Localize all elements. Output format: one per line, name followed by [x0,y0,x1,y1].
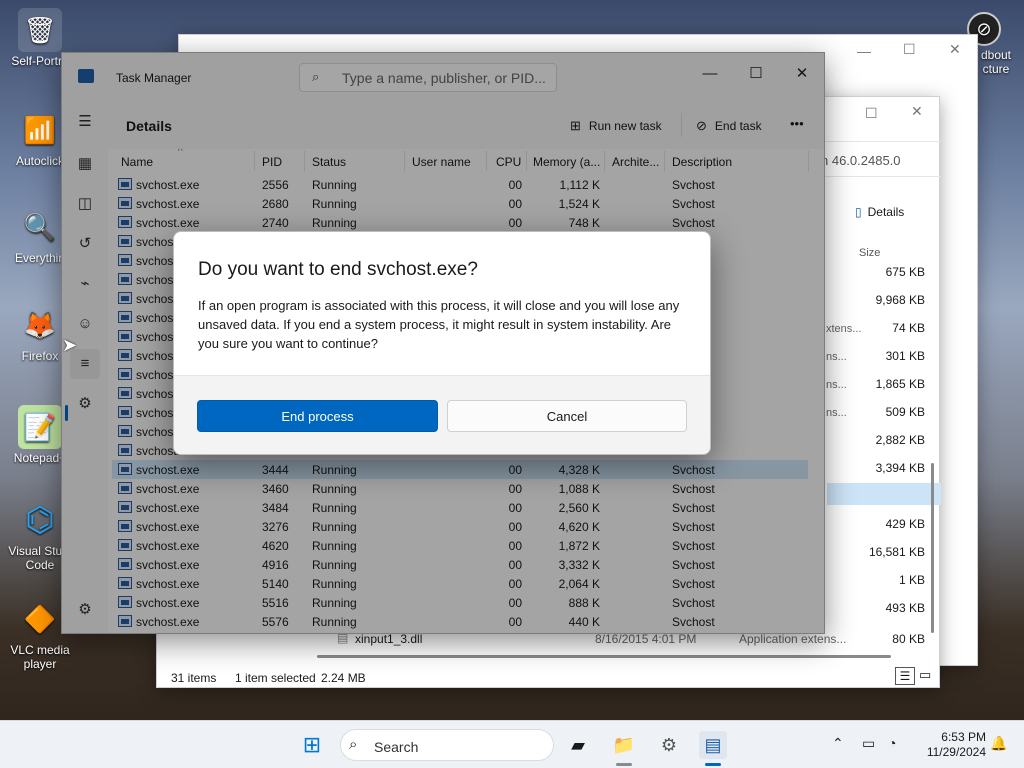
clock-date: 11/29/2024 [926,745,986,759]
column-header-size[interactable]: Size [859,247,880,259]
vscode-icon: ⌬ [25,501,55,539]
maximize-icon[interactable]: ☐ [865,105,878,122]
search-icon: ⌕ [349,736,358,753]
selection-size: 2.24 MB [321,671,366,685]
version-text: n 46.0.2485.0 [821,153,901,168]
taskbar: ⊞ ⌕ Search ▰ 📁 ⚙ ▤ ⌃ ▭ ◔ 6:53 PM 11/29/2… [0,720,1024,768]
file-size: 675 KB [885,265,925,279]
type-fragment: ns... [826,379,847,391]
selection-count: 1 item selected [235,671,316,685]
file-type: Application extens... [739,632,847,646]
type-fragment: ns... [826,351,847,363]
close-icon[interactable]: ✕ [911,103,923,120]
running-indicator [616,763,632,766]
file-size: 493 KB [885,601,925,615]
wifi-icon: 📶 [23,114,57,145]
details-label: Details [867,205,905,219]
file-size: 9,968 KB [875,293,925,307]
file-date: 8/16/2015 4:01 PM [595,632,697,646]
file-size: 429 KB [885,517,925,531]
file-size: 1,865 KB [875,377,925,391]
mouse-cursor-icon: ➤ [62,335,78,355]
volume-mute-icon[interactable]: ◔ [888,735,896,751]
firefox-icon: 🦊 [23,309,57,340]
vlc-icon: 🔶 [23,603,57,634]
item-count: 31 items [171,671,217,685]
task-manager-taskbar-icon[interactable]: ▤ [699,731,727,759]
dialog-message: If an open program is associated with th… [198,298,680,351]
task-view-icon[interactable]: ▰ [564,731,592,759]
close-icon[interactable]: ✕ [949,41,961,58]
end-process-button[interactable]: End process [197,400,438,432]
explorer-scrollbar[interactable] [931,463,934,633]
file-explorer-icon[interactable]: 📁 [610,731,638,759]
network-icon[interactable]: ▭ [862,735,875,752]
maximize-icon[interactable]: ☐ [903,41,916,58]
notepad-icon: 📝 [18,405,62,449]
file-name: xinput1_3.dll [355,632,423,646]
file-size: 2,882 KB [875,433,925,447]
taskbar-search[interactable]: ⌕ Search [340,729,554,761]
taskbar-search-label: Search [374,739,419,755]
magnifier-icon: 🔍 [23,211,57,242]
active-app-indicator [705,763,721,766]
type-fragment: ns... [826,407,847,419]
start-button-icon[interactable]: ⊞ [298,731,326,759]
file-size: 509 KB [885,405,925,419]
settings-icon[interactable]: ⚙ [655,731,683,759]
desktop-icon-label: VLC media player [10,643,70,671]
dialog-footer: End process Cancel [174,375,710,454]
minimize-icon[interactable]: — [857,43,871,59]
file-size: 16,581 KB [868,545,925,559]
tiles-view-icon[interactable]: ▭ [919,667,931,683]
selected-file-row[interactable] [827,483,941,505]
details-pane-button[interactable]: ▯ Details [855,205,904,219]
file-size: 80 KB [892,632,925,646]
status-bar: 31 items 1 item selected 2.24 MB ☰ ▭ [157,665,941,689]
file-size: 74 KB [892,321,925,335]
clock-time: 6:53 PM [941,730,986,744]
dialog-title: Do you want to end svchost.exe? [198,259,478,280]
end-process-dialog: Do you want to end svchost.exe? If an op… [173,231,711,455]
file-size: 301 KB [885,349,925,363]
recycle-bin-icon: 🗑 [18,8,62,52]
details-pane-icon: ▯ [855,205,862,219]
details-view-icon[interactable]: ☰ [895,667,915,685]
version-bar: n 46.0.2485.0 [817,141,941,177]
explorer-hscrollbar[interactable] [317,655,891,658]
type-fragment: xtens... [826,323,862,335]
chevron-up-icon[interactable]: ⌃ [832,735,844,752]
notification-bell-icon[interactable]: 🔔 [990,735,1007,752]
cancel-button[interactable]: Cancel [447,400,687,432]
file-size: 3,394 KB [875,461,925,475]
system-clock[interactable]: 6:53 PM 11/29/2024 [914,730,986,760]
file-size: 1 KB [898,573,925,587]
